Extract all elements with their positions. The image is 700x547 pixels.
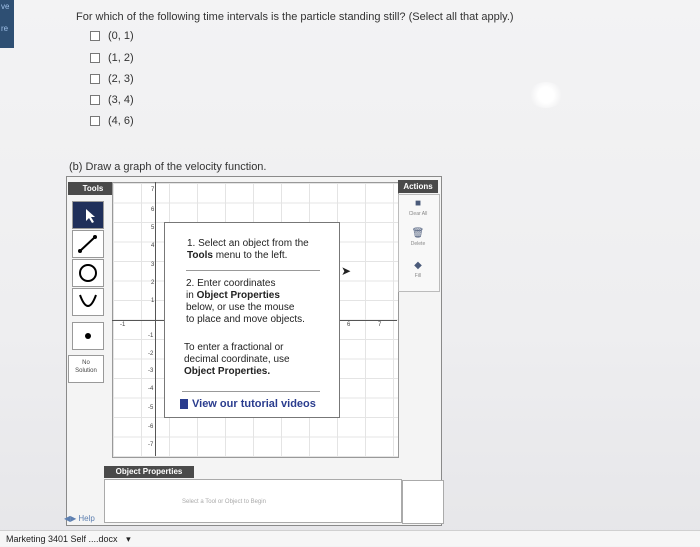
delete-label: Delete — [410, 241, 426, 247]
point-icon — [85, 333, 91, 339]
no-solution-button[interactable]: No Solution — [68, 355, 104, 383]
divider — [186, 270, 320, 271]
step-1-line-c: menu to the left. — [212, 250, 288, 261]
paint-bucket-icon: ◆ — [414, 260, 422, 271]
clear-all-button[interactable]: ■ Clear All — [400, 198, 436, 217]
y-tick: 3 — [151, 262, 155, 268]
choice-0[interactable]: (0, 1) — [90, 30, 134, 42]
clear-all-label: Clear All — [408, 211, 428, 217]
y-tick: 6 — [151, 207, 155, 213]
choice-2[interactable]: (2, 3) — [90, 73, 134, 85]
choice-4[interactable]: (4, 6) — [90, 115, 134, 127]
checkbox[interactable] — [90, 95, 100, 105]
y-tick: -6 — [148, 424, 154, 430]
question-text: For which of the following time interval… — [76, 11, 514, 23]
fill-label: Fill — [414, 273, 422, 279]
y-axis — [155, 182, 156, 456]
mouse-cursor-icon: ➤ — [341, 264, 352, 278]
choice-label: (4, 6) — [108, 115, 134, 127]
step-2-line-b: in — [186, 290, 197, 301]
choice-label: (1, 2) — [108, 52, 134, 64]
y-tick: -7 — [148, 442, 154, 448]
step-1-line-a: 1. Select an object from the — [187, 238, 309, 249]
checkbox[interactable] — [90, 116, 100, 126]
x-tick: -1 — [120, 322, 126, 328]
tutorial-label: View our tutorial videos — [192, 398, 316, 410]
parabola-icon — [79, 294, 97, 307]
y-tick: 4 — [151, 243, 155, 249]
delete-button[interactable]: 🗑 Delete — [400, 228, 436, 247]
fill-button[interactable]: ◆ Fill — [400, 260, 436, 279]
video-icon — [180, 399, 188, 409]
y-tick: -3 — [148, 368, 154, 374]
y-tick: 5 — [151, 225, 155, 231]
tip-line-c: Object Properties. — [184, 366, 271, 377]
tools-header: Tools — [68, 182, 118, 195]
tutorial-link[interactable]: View our tutorial videos — [180, 398, 316, 410]
circle-icon — [79, 264, 97, 282]
screen-glare — [528, 82, 564, 108]
x-tick: 7 — [378, 322, 382, 328]
tip-text: To enter a fractional or decimal coordin… — [184, 342, 290, 378]
step-2-line-e: to place and move objects. — [186, 314, 305, 325]
point-tool-button[interactable] — [72, 322, 104, 350]
y-tick: 1 — [151, 298, 155, 304]
download-bar: Marketing 3401 Self ....docx ▾ — [0, 530, 700, 546]
tip-line-b: decimal coordinate, use — [184, 354, 290, 365]
segment-tool-button[interactable] — [72, 230, 104, 258]
pointer-tool-button[interactable] — [72, 201, 104, 229]
choice-label: (0, 1) — [108, 30, 134, 42]
edge-text-2: re — [1, 24, 9, 33]
x-tick: 6 — [347, 322, 351, 328]
actions-header: Actions — [398, 180, 438, 193]
step-2-line-d: below, or use the mouse — [186, 302, 295, 313]
trash-icon: 🗑 — [411, 228, 425, 239]
no-solution-label-2: Solution — [75, 368, 97, 374]
step-1-tools: Tools — [187, 250, 213, 261]
choice-label: (3, 4) — [108, 94, 134, 106]
y-tick: -5 — [148, 405, 154, 411]
choice-label: (2, 3) — [108, 73, 134, 85]
tip-line-a: To enter a fractional or — [184, 342, 284, 353]
edge-text-1: ve — [1, 2, 10, 11]
step-2-text: 2. Enter coordinates in Object Propertie… — [186, 278, 305, 326]
y-tick: -4 — [148, 386, 154, 392]
object-properties-side-panel — [402, 480, 444, 524]
y-tick: -2 — [148, 351, 154, 357]
clear-all-icon: ■ — [414, 198, 422, 209]
step-2-object-properties: Object Properties — [196, 290, 280, 301]
checkbox[interactable] — [90, 31, 100, 41]
choice-1[interactable]: (1, 2) — [90, 52, 134, 64]
y-tick: -1 — [148, 333, 154, 339]
circle-tool-button[interactable] — [72, 259, 104, 287]
part-b-prompt: (b) Draw a graph of the velocity functio… — [69, 161, 267, 173]
choice-3[interactable]: (3, 4) — [90, 94, 134, 106]
y-tick: 2 — [151, 280, 155, 286]
y-tick: 7 — [151, 187, 155, 193]
no-solution-label-1: No — [82, 360, 90, 366]
browser-edge-strip: ve re — [0, 0, 14, 48]
parabola-tool-button[interactable] — [72, 288, 104, 316]
download-file-name[interactable]: Marketing 3401 Self ....docx — [6, 534, 118, 544]
step-2-line-a: 2. Enter coordinates — [186, 278, 276, 289]
divider — [182, 391, 320, 392]
checkbox[interactable] — [90, 53, 100, 63]
object-properties-header: Object Properties — [104, 466, 194, 478]
segment-icon — [78, 235, 97, 253]
step-1-text: 1. Select an object from the Tools menu … — [187, 238, 309, 262]
help-label: Help — [78, 514, 95, 523]
checkbox[interactable] — [90, 74, 100, 84]
help-icon: ◀▶ — [64, 514, 77, 523]
object-properties-hint: Select a Tool or Object to Begin — [182, 499, 266, 505]
chevron-down-icon[interactable]: ▾ — [126, 534, 131, 544]
pointer-icon — [86, 209, 95, 223]
help-link[interactable]: ◀▶ Help — [64, 514, 95, 523]
